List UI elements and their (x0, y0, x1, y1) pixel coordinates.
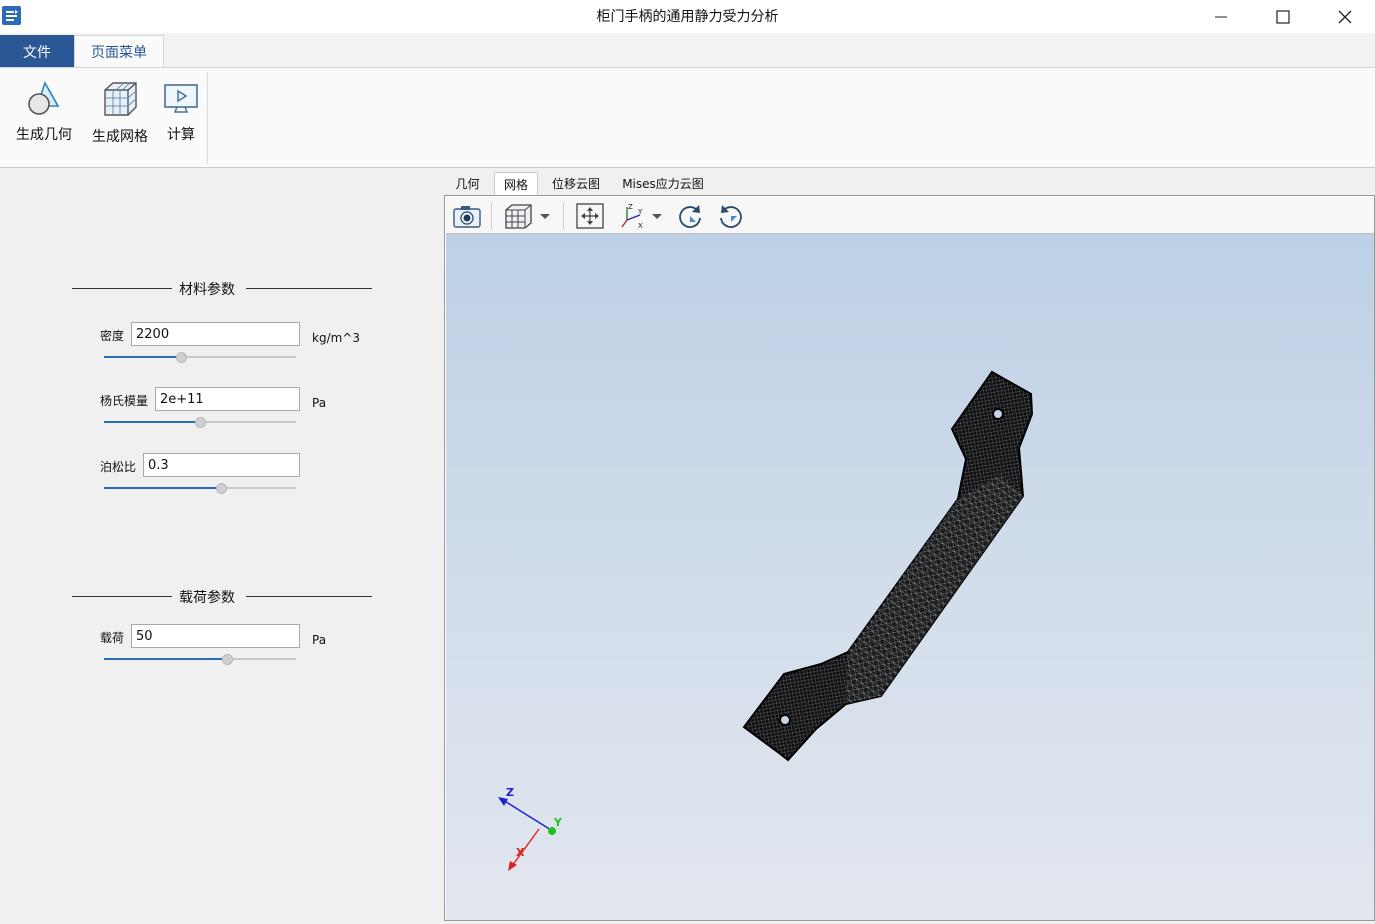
axis-x-label: X (516, 846, 525, 859)
slider-thumb[interactable] (175, 352, 187, 363)
maximize-icon (1276, 9, 1290, 24)
toolbar-separator (563, 202, 564, 230)
fit-view-icon[interactable] (575, 202, 605, 230)
title-bar: 柜门手柄的通用静力受力分析 (0, 0, 1375, 33)
poisson-ratio-input[interactable] (143, 453, 300, 477)
orientation-axes: Z Y X (498, 786, 563, 871)
poisson-ratio-slider[interactable] (104, 483, 296, 494)
minimize-button[interactable] (1190, 0, 1252, 33)
poisson-ratio-label: 泊松比 (100, 460, 137, 474)
slider-thumb[interactable] (195, 417, 206, 428)
view-toolbar: Z Y X (446, 197, 1374, 234)
render-view-frame: Z Y X Z Y X (444, 195, 1375, 921)
svg-text:Z: Z (628, 203, 633, 211)
tab-geometry[interactable]: 几何 (445, 172, 490, 195)
minimize-icon (1215, 16, 1227, 17)
youngs-modulus-input[interactable] (155, 387, 300, 411)
mount-hole-bottom (779, 714, 791, 726)
load-label: 载荷 (100, 631, 125, 645)
rotate-ccw-icon[interactable] (716, 202, 746, 230)
close-button[interactable] (1314, 0, 1375, 33)
tab-file[interactable]: 文件 (0, 35, 74, 68)
generate-geometry-button[interactable]: 生成几何 (12, 78, 76, 160)
handle-mesh (742, 370, 1034, 762)
handle-mesh-highlight (846, 474, 1023, 704)
toolbar-separator (491, 202, 492, 230)
geometry-icon (28, 81, 60, 115)
density-unit: kg/m^3 (312, 331, 360, 345)
generate-mesh-label: 生成网格 (92, 129, 148, 145)
tab-mesh[interactable]: 网格 (494, 172, 538, 195)
group-divider (72, 288, 172, 289)
svg-text:X: X (638, 222, 643, 230)
group-divider (246, 288, 372, 289)
mesh-cube-icon (104, 82, 137, 116)
chevron-down-icon[interactable] (650, 202, 664, 230)
group-divider (72, 596, 172, 597)
load-params-title: 载荷参数 (179, 590, 235, 606)
tab-displacement-contour[interactable]: 位移云图 (544, 172, 608, 195)
load-slider[interactable] (104, 654, 296, 665)
maximize-button[interactable] (1252, 0, 1314, 33)
cube-view-icon[interactable] (503, 202, 533, 230)
svg-text:Y: Y (637, 208, 643, 216)
material-params-title: 材料参数 (179, 282, 235, 298)
slider-thumb[interactable] (216, 483, 228, 494)
camera-icon[interactable] (452, 202, 482, 230)
tab-mises-stress-contour[interactable]: Mises应力云图 (613, 172, 713, 195)
window-title: 柜门手柄的通用静力受力分析 (596, 9, 779, 25)
tab-page-menu[interactable]: 页面菜单 (74, 35, 164, 68)
density-input[interactable] (131, 322, 300, 346)
ribbon-panel: 生成几何 生成网格 计算 (0, 67, 1375, 168)
chevron-down-icon[interactable] (538, 202, 552, 230)
ribbon-divider (207, 72, 208, 164)
axis-z-label: Z (506, 786, 514, 799)
compute-button[interactable]: 计算 (160, 78, 202, 160)
slider-thumb[interactable] (221, 654, 233, 665)
rotate-cw-icon[interactable] (675, 202, 705, 230)
youngs-modulus-unit: Pa (312, 396, 327, 410)
axes-icon[interactable]: Z Y X (618, 202, 648, 230)
load-input[interactable] (131, 624, 300, 648)
density-slider[interactable] (104, 352, 296, 363)
ribbon-tab-bar: 文件 页面菜单 (0, 33, 1375, 68)
axis-y-label: Y (553, 816, 563, 829)
close-icon (1338, 10, 1352, 23)
compute-label: 计算 (167, 127, 195, 143)
load-unit: Pa (312, 633, 327, 647)
generate-mesh-button[interactable]: 生成网格 (88, 78, 152, 160)
group-divider (246, 596, 372, 597)
mount-hole-top (992, 408, 1004, 420)
density-label: 密度 (100, 329, 125, 343)
3d-viewport[interactable]: Z Y X (446, 234, 1374, 920)
monitor-play-icon (164, 84, 198, 113)
generate-geometry-label: 生成几何 (16, 127, 72, 143)
youngs-modulus-label: 杨氏模量 (100, 394, 149, 408)
youngs-modulus-slider[interactable] (104, 417, 296, 428)
mesh-model: Z Y X (498, 370, 1034, 871)
